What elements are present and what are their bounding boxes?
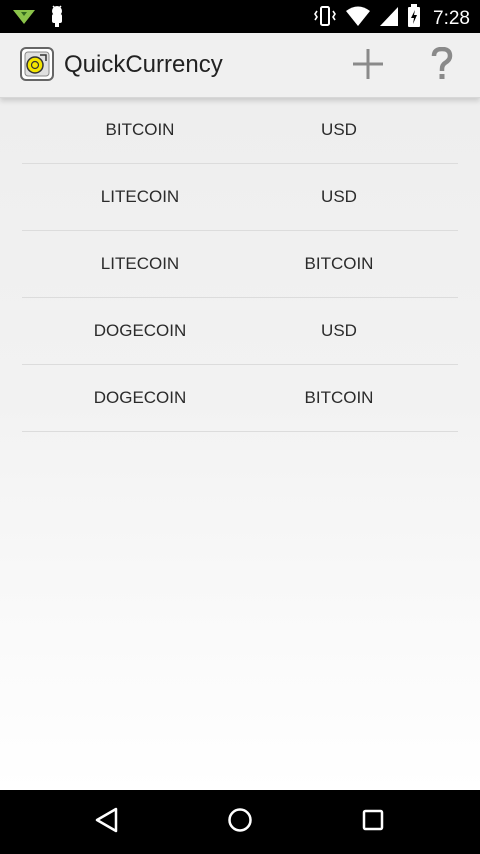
home-icon: [226, 806, 254, 839]
back-button[interactable]: [89, 806, 125, 838]
status-time: 7:28: [433, 7, 470, 29]
pair-from-currency: LITECOIN: [100, 187, 180, 206]
recents-button[interactable]: [355, 806, 391, 838]
action-bar: QuickCurrency: [0, 33, 480, 98]
plus-icon: [351, 47, 385, 86]
help-button[interactable]: [424, 46, 460, 86]
pair-from-currency: LITECOIN: [100, 254, 180, 273]
pair-to-currency: USD: [321, 321, 357, 340]
pair-from-currency: DOGECOIN: [93, 321, 187, 340]
pair-row[interactable]: DOGECOIN USD: [22, 298, 458, 365]
pair-to-currency: BITCOIN: [304, 388, 374, 407]
pair-from-currency: BITCOIN: [105, 120, 175, 139]
wifi-download-icon: [12, 6, 36, 31]
pair-from-currency: DOGECOIN: [93, 388, 187, 407]
question-mark-icon: [431, 46, 453, 86]
pair-row[interactable]: LITECOIN USD: [22, 164, 458, 231]
currency-pair-list: BITCOIN USD LITECOIN USD LITECOIN BITCOI…: [22, 97, 458, 432]
pair-to-currency: USD: [321, 187, 357, 206]
pair-to-currency: BITCOIN: [304, 254, 374, 273]
quickcurrency-app-icon: [20, 47, 54, 81]
pair-row[interactable]: BITCOIN USD: [22, 97, 458, 164]
battery-charging-icon: [407, 4, 421, 33]
android-debug-icon: [48, 5, 66, 32]
navigation-bar: [0, 790, 480, 854]
currency-pair-list-area: BITCOIN USD LITECOIN USD LITECOIN BITCOI…: [0, 97, 480, 790]
back-icon: [94, 806, 120, 839]
pair-row[interactable]: LITECOIN BITCOIN: [22, 231, 458, 298]
add-pair-button[interactable]: [348, 47, 388, 85]
pair-row[interactable]: DOGECOIN BITCOIN: [22, 365, 458, 432]
status-bar: 7:28: [0, 0, 480, 33]
pair-to-currency: USD: [321, 120, 357, 139]
home-button[interactable]: [222, 806, 258, 838]
wifi-icon: [345, 5, 371, 32]
vibrate-icon: [313, 5, 337, 32]
recents-icon: [360, 807, 386, 838]
app-title: QuickCurrency: [64, 51, 223, 78]
signal-icon: [379, 5, 399, 32]
